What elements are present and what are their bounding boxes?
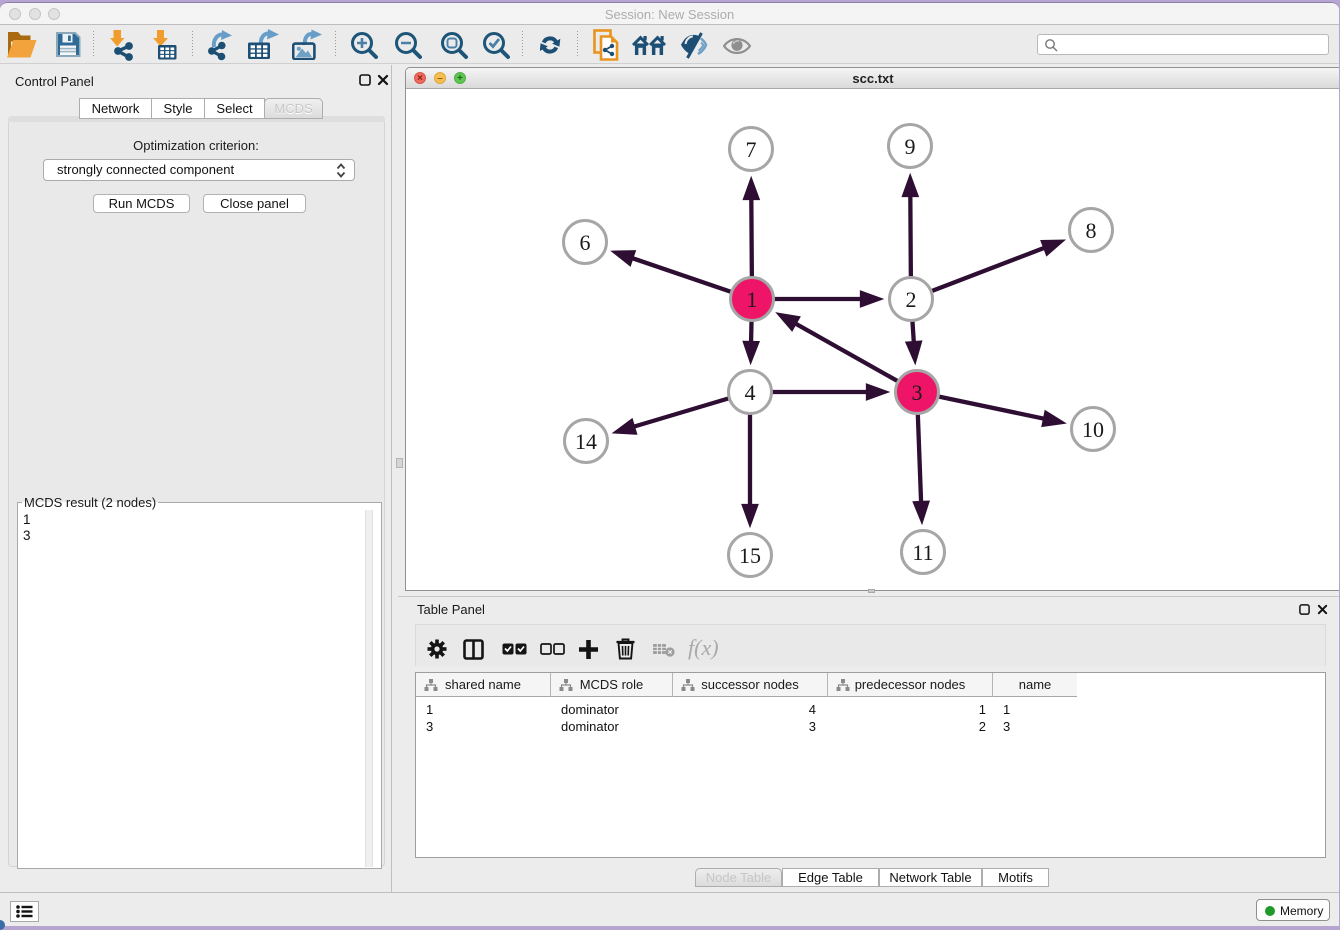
svg-text:6: 6	[580, 230, 591, 255]
svg-text:3: 3	[912, 380, 923, 405]
svg-text:15: 15	[739, 543, 761, 568]
svg-text:11: 11	[912, 540, 933, 565]
svg-text:8: 8	[1086, 218, 1097, 243]
svg-text:14: 14	[575, 429, 597, 454]
svg-text:2: 2	[906, 287, 917, 312]
svg-text:7: 7	[746, 137, 757, 162]
svg-text:9: 9	[905, 134, 916, 159]
svg-text:4: 4	[745, 380, 756, 405]
svg-text:1: 1	[747, 287, 758, 312]
svg-text:10: 10	[1082, 417, 1104, 442]
